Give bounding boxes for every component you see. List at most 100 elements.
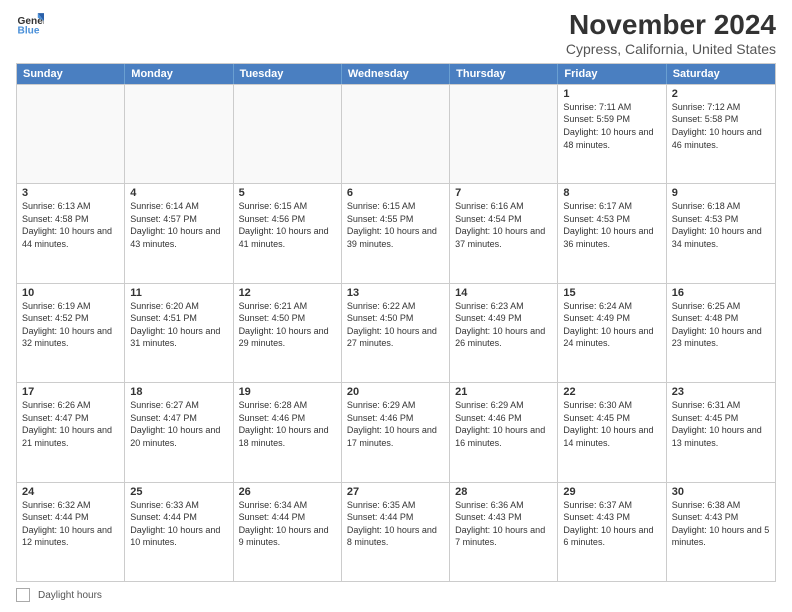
day-header: Tuesday [234, 64, 342, 84]
day-info: Sunrise: 6:37 AMSunset: 4:43 PMDaylight:… [563, 499, 660, 549]
day-number: 29 [563, 486, 660, 498]
header: General Blue November 2024 Cypress, Cali… [16, 10, 776, 57]
day-number: 13 [347, 287, 444, 299]
day-info: Sunrise: 6:15 AMSunset: 4:56 PMDaylight:… [239, 200, 336, 250]
calendar-cell: 13Sunrise: 6:22 AMSunset: 4:50 PMDayligh… [342, 284, 450, 382]
calendar-cell: 6Sunrise: 6:15 AMSunset: 4:55 PMDaylight… [342, 184, 450, 282]
day-info: Sunrise: 6:38 AMSunset: 4:43 PMDaylight:… [672, 499, 770, 549]
page-title: November 2024 [566, 10, 776, 41]
calendar-cell: 7Sunrise: 6:16 AMSunset: 4:54 PMDaylight… [450, 184, 558, 282]
day-number: 7 [455, 187, 552, 199]
day-info: Sunrise: 6:19 AMSunset: 4:52 PMDaylight:… [22, 300, 119, 350]
calendar-cell: 16Sunrise: 6:25 AMSunset: 4:48 PMDayligh… [667, 284, 775, 382]
calendar-header: SundayMondayTuesdayWednesdayThursdayFrid… [17, 64, 775, 84]
calendar-cell: 17Sunrise: 6:26 AMSunset: 4:47 PMDayligh… [17, 383, 125, 481]
day-number: 23 [672, 386, 770, 398]
day-header: Sunday [17, 64, 125, 84]
logo-icon: General Blue [16, 10, 44, 38]
day-info: Sunrise: 6:17 AMSunset: 4:53 PMDaylight:… [563, 200, 660, 250]
day-header: Saturday [667, 64, 775, 84]
day-info: Sunrise: 6:32 AMSunset: 4:44 PMDaylight:… [22, 499, 119, 549]
calendar-cell: 10Sunrise: 6:19 AMSunset: 4:52 PMDayligh… [17, 284, 125, 382]
day-header: Monday [125, 64, 233, 84]
calendar-cell: 24Sunrise: 6:32 AMSunset: 4:44 PMDayligh… [17, 483, 125, 581]
day-number: 22 [563, 386, 660, 398]
calendar-cell [17, 85, 125, 183]
page-subtitle: Cypress, California, United States [566, 41, 776, 57]
legend: Daylight hours [16, 588, 776, 602]
day-number: 21 [455, 386, 552, 398]
day-header: Friday [558, 64, 666, 84]
day-number: 4 [130, 187, 227, 199]
day-number: 6 [347, 187, 444, 199]
calendar-cell: 28Sunrise: 6:36 AMSunset: 4:43 PMDayligh… [450, 483, 558, 581]
calendar-cell [342, 85, 450, 183]
day-number: 27 [347, 486, 444, 498]
day-info: Sunrise: 7:11 AMSunset: 5:59 PMDaylight:… [563, 101, 660, 151]
calendar-cell: 18Sunrise: 6:27 AMSunset: 4:47 PMDayligh… [125, 383, 233, 481]
day-number: 19 [239, 386, 336, 398]
calendar-cell [450, 85, 558, 183]
day-info: Sunrise: 6:16 AMSunset: 4:54 PMDaylight:… [455, 200, 552, 250]
day-number: 25 [130, 486, 227, 498]
day-info: Sunrise: 6:35 AMSunset: 4:44 PMDaylight:… [347, 499, 444, 549]
day-number: 30 [672, 486, 770, 498]
calendar-row: 1Sunrise: 7:11 AMSunset: 5:59 PMDaylight… [17, 84, 775, 183]
day-info: Sunrise: 6:20 AMSunset: 4:51 PMDaylight:… [130, 300, 227, 350]
day-number: 12 [239, 287, 336, 299]
calendar-body: 1Sunrise: 7:11 AMSunset: 5:59 PMDaylight… [17, 84, 775, 581]
day-info: Sunrise: 6:29 AMSunset: 4:46 PMDaylight:… [455, 399, 552, 449]
day-number: 28 [455, 486, 552, 498]
calendar-cell: 9Sunrise: 6:18 AMSunset: 4:53 PMDaylight… [667, 184, 775, 282]
calendar: SundayMondayTuesdayWednesdayThursdayFrid… [16, 63, 776, 582]
calendar-row: 24Sunrise: 6:32 AMSunset: 4:44 PMDayligh… [17, 482, 775, 581]
day-info: Sunrise: 6:18 AMSunset: 4:53 PMDaylight:… [672, 200, 770, 250]
calendar-cell: 14Sunrise: 6:23 AMSunset: 4:49 PMDayligh… [450, 284, 558, 382]
day-number: 9 [672, 187, 770, 199]
calendar-cell: 20Sunrise: 6:29 AMSunset: 4:46 PMDayligh… [342, 383, 450, 481]
day-info: Sunrise: 6:29 AMSunset: 4:46 PMDaylight:… [347, 399, 444, 449]
day-number: 18 [130, 386, 227, 398]
calendar-cell: 8Sunrise: 6:17 AMSunset: 4:53 PMDaylight… [558, 184, 666, 282]
calendar-cell: 30Sunrise: 6:38 AMSunset: 4:43 PMDayligh… [667, 483, 775, 581]
calendar-cell: 19Sunrise: 6:28 AMSunset: 4:46 PMDayligh… [234, 383, 342, 481]
day-info: Sunrise: 6:15 AMSunset: 4:55 PMDaylight:… [347, 200, 444, 250]
logo: General Blue [16, 10, 44, 38]
day-info: Sunrise: 6:28 AMSunset: 4:46 PMDaylight:… [239, 399, 336, 449]
calendar-cell [125, 85, 233, 183]
day-info: Sunrise: 6:24 AMSunset: 4:49 PMDaylight:… [563, 300, 660, 350]
calendar-cell: 25Sunrise: 6:33 AMSunset: 4:44 PMDayligh… [125, 483, 233, 581]
day-info: Sunrise: 7:12 AMSunset: 5:58 PMDaylight:… [672, 101, 770, 151]
page: General Blue November 2024 Cypress, Cali… [0, 0, 792, 612]
day-number: 24 [22, 486, 119, 498]
day-info: Sunrise: 6:22 AMSunset: 4:50 PMDaylight:… [347, 300, 444, 350]
calendar-cell: 27Sunrise: 6:35 AMSunset: 4:44 PMDayligh… [342, 483, 450, 581]
calendar-cell: 12Sunrise: 6:21 AMSunset: 4:50 PMDayligh… [234, 284, 342, 382]
day-number: 2 [672, 88, 770, 100]
day-number: 20 [347, 386, 444, 398]
calendar-cell: 1Sunrise: 7:11 AMSunset: 5:59 PMDaylight… [558, 85, 666, 183]
calendar-cell: 3Sunrise: 6:13 AMSunset: 4:58 PMDaylight… [17, 184, 125, 282]
day-header: Thursday [450, 64, 558, 84]
calendar-cell: 22Sunrise: 6:30 AMSunset: 4:45 PMDayligh… [558, 383, 666, 481]
calendar-cell: 26Sunrise: 6:34 AMSunset: 4:44 PMDayligh… [234, 483, 342, 581]
day-header: Wednesday [342, 64, 450, 84]
calendar-cell [234, 85, 342, 183]
day-info: Sunrise: 6:23 AMSunset: 4:49 PMDaylight:… [455, 300, 552, 350]
day-number: 15 [563, 287, 660, 299]
calendar-cell: 15Sunrise: 6:24 AMSunset: 4:49 PMDayligh… [558, 284, 666, 382]
day-number: 1 [563, 88, 660, 100]
calendar-row: 3Sunrise: 6:13 AMSunset: 4:58 PMDaylight… [17, 183, 775, 282]
legend-box [16, 588, 30, 602]
calendar-cell: 11Sunrise: 6:20 AMSunset: 4:51 PMDayligh… [125, 284, 233, 382]
title-block: November 2024 Cypress, California, Unite… [566, 10, 776, 57]
calendar-row: 17Sunrise: 6:26 AMSunset: 4:47 PMDayligh… [17, 382, 775, 481]
day-number: 16 [672, 287, 770, 299]
day-info: Sunrise: 6:13 AMSunset: 4:58 PMDaylight:… [22, 200, 119, 250]
calendar-cell: 23Sunrise: 6:31 AMSunset: 4:45 PMDayligh… [667, 383, 775, 481]
day-number: 11 [130, 287, 227, 299]
day-number: 10 [22, 287, 119, 299]
calendar-cell: 21Sunrise: 6:29 AMSunset: 4:46 PMDayligh… [450, 383, 558, 481]
day-info: Sunrise: 6:33 AMSunset: 4:44 PMDaylight:… [130, 499, 227, 549]
day-info: Sunrise: 6:26 AMSunset: 4:47 PMDaylight:… [22, 399, 119, 449]
